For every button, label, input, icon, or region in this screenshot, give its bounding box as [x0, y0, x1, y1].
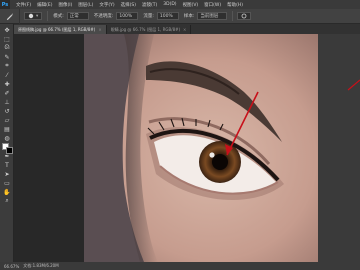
- menu-3d[interactable]: 3D(D): [163, 2, 176, 7]
- chevron-down-icon: ▾: [36, 13, 39, 19]
- menu-edit[interactable]: 编辑(E): [37, 2, 52, 8]
- background-color-swatch[interactable]: [6, 147, 13, 154]
- brush-preset-picker[interactable]: ▾: [24, 12, 43, 20]
- opacity-field[interactable]: 100%: [116, 12, 139, 20]
- menu-image[interactable]: 图像(I): [58, 2, 72, 8]
- close-icon[interactable]: ×: [98, 27, 101, 32]
- workspace: [14, 34, 360, 262]
- pressure-toggle[interactable]: [237, 12, 252, 20]
- healing-brush-tool-icon[interactable]: ✚: [2, 80, 12, 88]
- menu-file[interactable]: 文件(F): [16, 2, 31, 8]
- flow-field[interactable]: 100%: [156, 12, 179, 20]
- menu-layer[interactable]: 图层(L): [78, 2, 93, 8]
- menu-select[interactable]: 选择(S): [121, 2, 136, 8]
- status-bar: 66.67% 文档:1.83M/6.20M: [0, 262, 360, 270]
- blur-tool-icon[interactable]: ◍: [2, 134, 12, 142]
- menu-filter[interactable]: 滤镜(T): [142, 2, 157, 8]
- menu-type[interactable]: 文字(Y): [99, 2, 114, 8]
- brush-tool-icon[interactable]: ✐: [2, 89, 12, 97]
- divider: [47, 11, 49, 21]
- current-tool-icon[interactable]: [0, 8, 20, 24]
- sample-label: 样本:: [183, 14, 195, 19]
- options-bar: ▾ 模式: 正常 不透明度: 100% 流量: 100% 样本: 当前图层: [0, 8, 360, 24]
- eyedropper-tool-icon[interactable]: ⁄: [2, 71, 12, 79]
- menu-help[interactable]: 帮助(H): [227, 2, 243, 8]
- move-tool-icon[interactable]: ✥: [2, 26, 12, 34]
- tab-document-2[interactable]: 眼睛.jpg @ 66.7% (图层 1, RGB/8#) ×: [107, 25, 192, 34]
- menu-window[interactable]: 窗口(W): [204, 2, 221, 8]
- eraser-tool-icon[interactable]: ▱: [2, 116, 12, 124]
- brush-icon: [6, 12, 14, 20]
- lasso-tool-icon[interactable]: ᘏ: [2, 44, 12, 52]
- tab-document-1[interactable]: 原图线稿.jpg @ 66.7% (图层 1, RGB/8#) ×: [14, 25, 107, 34]
- flow-label: 流量:: [143, 14, 154, 19]
- tools-panel: ✥ ⬚ ᘏ ✎ ⌗ ⁄ ✚ ✐ ⊥ ↺ ▱ ▤ ◍ ● ✒ T ➤ ▭ ✋ ⌕: [0, 24, 14, 262]
- mode-label: 模式:: [53, 14, 64, 19]
- tab-label: 原图线稿.jpg @ 66.7% (图层 1, RGB/8#): [18, 26, 96, 32]
- quick-select-tool-icon[interactable]: ✎: [2, 53, 12, 61]
- zoom-tool-icon[interactable]: ⌕: [2, 197, 12, 205]
- zoom-level[interactable]: 66.67%: [4, 264, 19, 269]
- document-tabs: 原图线稿.jpg @ 66.7% (图层 1, RGB/8#) × 眼睛.jpg…: [14, 24, 360, 34]
- path-select-tool-icon[interactable]: ➤: [2, 170, 12, 178]
- eye-photo: [84, 34, 318, 262]
- opacity-label: 不透明度:: [93, 14, 114, 19]
- marquee-tool-icon[interactable]: ⬚: [2, 35, 12, 43]
- mode-select[interactable]: 正常: [66, 12, 89, 20]
- document-size: 文档:1.83M/6.20M: [23, 263, 59, 268]
- clone-stamp-tool-icon[interactable]: ⊥: [2, 98, 12, 106]
- brush-tip-icon: [28, 13, 34, 19]
- right-panel-strip: [318, 34, 360, 262]
- pressure-icon: [241, 13, 247, 19]
- document-canvas[interactable]: [84, 34, 318, 262]
- crop-tool-icon[interactable]: ⌗: [2, 62, 12, 70]
- menu-bar: Ps 文件(F) 编辑(E) 图像(I) 图层(L) 文字(Y) 选择(S) 滤…: [0, 0, 360, 9]
- hand-tool-icon[interactable]: ✋: [2, 188, 12, 196]
- tab-label: 眼睛.jpg @ 66.7% (图层 1, RGB/8#): [110, 26, 181, 32]
- secondary-arrow: [347, 79, 360, 91]
- menu-view[interactable]: 视图(V): [183, 2, 199, 8]
- close-icon[interactable]: ×: [183, 27, 186, 32]
- sample-select[interactable]: 当前图层: [197, 12, 228, 20]
- divider: [232, 11, 234, 21]
- gradient-tool-icon[interactable]: ▤: [2, 125, 12, 133]
- type-tool-icon[interactable]: T: [2, 161, 12, 169]
- history-brush-tool-icon[interactable]: ↺: [2, 107, 12, 115]
- shape-tool-icon[interactable]: ▭: [2, 179, 12, 187]
